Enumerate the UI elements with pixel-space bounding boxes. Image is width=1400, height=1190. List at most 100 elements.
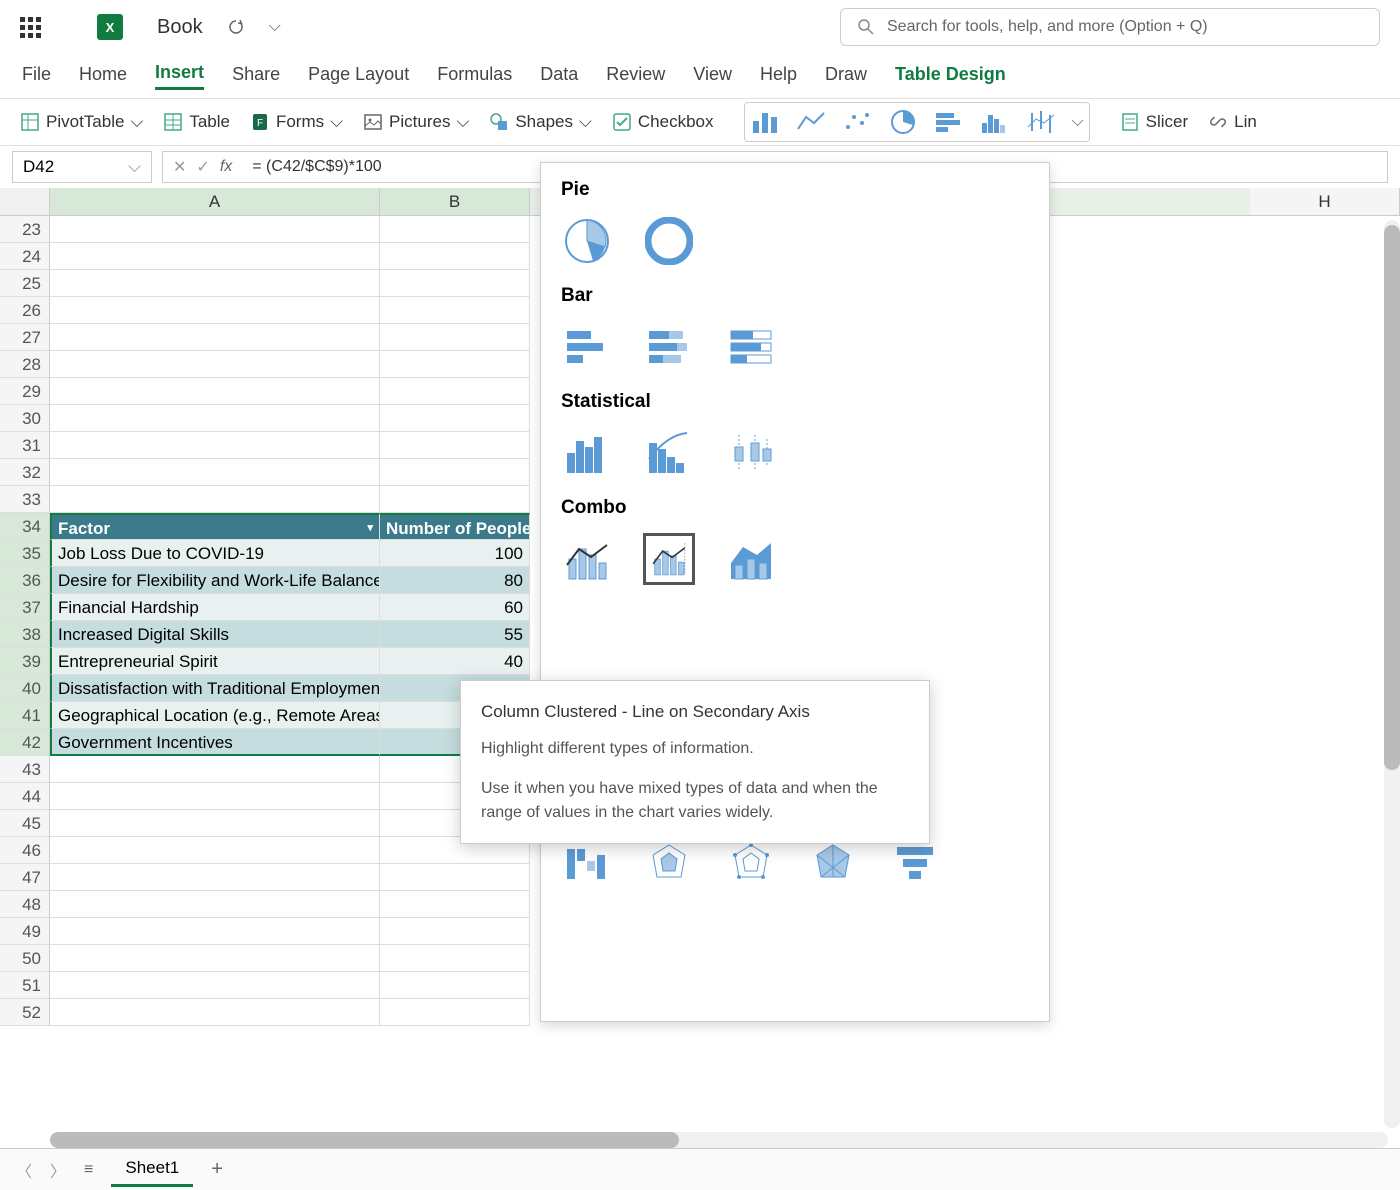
cell[interactable]: [380, 216, 530, 243]
row-header[interactable]: 47: [0, 864, 50, 891]
cell[interactable]: [380, 378, 530, 405]
row-header[interactable]: 30: [0, 405, 50, 432]
cell[interactable]: [50, 216, 380, 243]
cell[interactable]: Financial Hardship: [50, 594, 380, 621]
stock-chart-icon[interactable]: [1026, 109, 1056, 135]
cell[interactable]: Number of People: [380, 513, 530, 540]
row-header[interactable]: 42: [0, 729, 50, 756]
tab-help[interactable]: Help: [760, 64, 797, 89]
boxwhisker-option[interactable]: [725, 427, 777, 479]
cell[interactable]: 40: [380, 648, 530, 675]
tab-page-layout[interactable]: Page Layout: [308, 64, 409, 89]
search-input[interactable]: Search for tools, help, and more (Option…: [840, 8, 1380, 46]
chevron-down-icon[interactable]: ⌵: [269, 18, 281, 36]
doughnut-chart-option[interactable]: [643, 215, 695, 267]
row-header[interactable]: 24: [0, 243, 50, 270]
row-header[interactable]: 32: [0, 459, 50, 486]
fx-icon[interactable]: fx: [220, 158, 232, 176]
cell[interactable]: [380, 891, 530, 918]
cell[interactable]: Factor▾: [50, 513, 380, 540]
row-header[interactable]: 34: [0, 513, 50, 540]
row-header[interactable]: 43: [0, 756, 50, 783]
cell-reference-input[interactable]: D42 ⌵: [12, 151, 152, 183]
cell[interactable]: 100: [380, 540, 530, 567]
forms-button[interactable]: F Forms ⌵: [250, 112, 343, 132]
cell[interactable]: [50, 783, 380, 810]
row-header[interactable]: 33: [0, 486, 50, 513]
tab-draw[interactable]: Draw: [825, 64, 867, 89]
row-header[interactable]: 49: [0, 918, 50, 945]
all-sheets-icon[interactable]: ≡: [84, 1161, 93, 1179]
tab-share[interactable]: Share: [232, 64, 280, 89]
bar-clustered-option[interactable]: [561, 321, 613, 373]
cell[interactable]: Increased Digital Skills: [50, 621, 380, 648]
pie-chart-option[interactable]: [561, 215, 613, 267]
combo-clustered-line-secondary-option[interactable]: [643, 533, 695, 585]
histogram-option[interactable]: [561, 427, 613, 479]
horizontal-scrollbar[interactable]: [50, 1132, 1388, 1148]
cell[interactable]: [50, 837, 380, 864]
tab-file[interactable]: File: [22, 64, 51, 89]
row-header[interactable]: 41: [0, 702, 50, 729]
tab-data[interactable]: Data: [540, 64, 578, 89]
bar-chart-icon[interactable]: [934, 109, 964, 135]
cell[interactable]: [50, 378, 380, 405]
select-all-corner[interactable]: [0, 188, 50, 215]
cancel-icon[interactable]: ✕: [173, 157, 186, 177]
column-header-h[interactable]: H: [1250, 188, 1400, 215]
cell[interactable]: [380, 432, 530, 459]
area-chart-icon[interactable]: [980, 109, 1010, 135]
row-header[interactable]: 44: [0, 783, 50, 810]
cell[interactable]: Job Loss Due to COVID-19: [50, 540, 380, 567]
accept-icon[interactable]: ✓: [196, 157, 209, 177]
radar-markers-option[interactable]: [725, 837, 777, 889]
cell[interactable]: 80: [380, 567, 530, 594]
row-header[interactable]: 50: [0, 945, 50, 972]
tab-view[interactable]: View: [693, 64, 732, 89]
cell[interactable]: [50, 486, 380, 513]
row-header[interactable]: 26: [0, 297, 50, 324]
row-header[interactable]: 23: [0, 216, 50, 243]
funnel-option[interactable]: [889, 837, 941, 889]
cell[interactable]: [50, 351, 380, 378]
cell[interactable]: [380, 270, 530, 297]
shapes-button[interactable]: Shapes ⌵: [489, 112, 592, 132]
row-header[interactable]: 48: [0, 891, 50, 918]
tab-review[interactable]: Review: [606, 64, 665, 89]
cell[interactable]: [380, 405, 530, 432]
pareto-option[interactable]: [643, 427, 695, 479]
row-header[interactable]: 35: [0, 540, 50, 567]
bar-100stacked-option[interactable]: [725, 321, 777, 373]
combo-clustered-line-option[interactable]: [561, 533, 613, 585]
row-header[interactable]: 51: [0, 972, 50, 999]
cell[interactable]: Government Incentives: [50, 729, 380, 756]
pictures-button[interactable]: Pictures ⌵: [363, 112, 469, 132]
cell[interactable]: Entrepreneurial Spirit: [50, 648, 380, 675]
app-launcher-icon[interactable]: [20, 17, 41, 38]
row-header[interactable]: 25: [0, 270, 50, 297]
cell[interactable]: Desire for Flexibility and Work-Life Bal…: [50, 567, 380, 594]
vertical-scrollbar[interactable]: [1384, 220, 1400, 1128]
radar-option[interactable]: [643, 837, 695, 889]
pivottable-button[interactable]: PivotTable ⌵: [20, 112, 143, 132]
row-header[interactable]: 46: [0, 837, 50, 864]
tab-formulas[interactable]: Formulas: [437, 64, 512, 89]
column-chart-icon[interactable]: [750, 109, 780, 135]
row-header[interactable]: 37: [0, 594, 50, 621]
scatter-chart-icon[interactable]: [842, 109, 872, 135]
cell[interactable]: [50, 459, 380, 486]
refresh-icon[interactable]: [227, 18, 245, 36]
cell[interactable]: [50, 405, 380, 432]
column-header-b[interactable]: B: [380, 188, 530, 215]
cell[interactable]: Geographical Location (e.g., Remote Area…: [50, 702, 380, 729]
cell[interactable]: [380, 486, 530, 513]
cell[interactable]: [380, 918, 530, 945]
cell[interactable]: 55: [380, 621, 530, 648]
cell[interactable]: [380, 324, 530, 351]
slicer-button[interactable]: Slicer: [1120, 112, 1189, 132]
cell[interactable]: [380, 459, 530, 486]
cell[interactable]: [380, 972, 530, 999]
line-chart-icon[interactable]: [796, 109, 826, 135]
cell[interactable]: [50, 972, 380, 999]
next-sheet-icon[interactable]: 〉: [50, 1158, 66, 1182]
